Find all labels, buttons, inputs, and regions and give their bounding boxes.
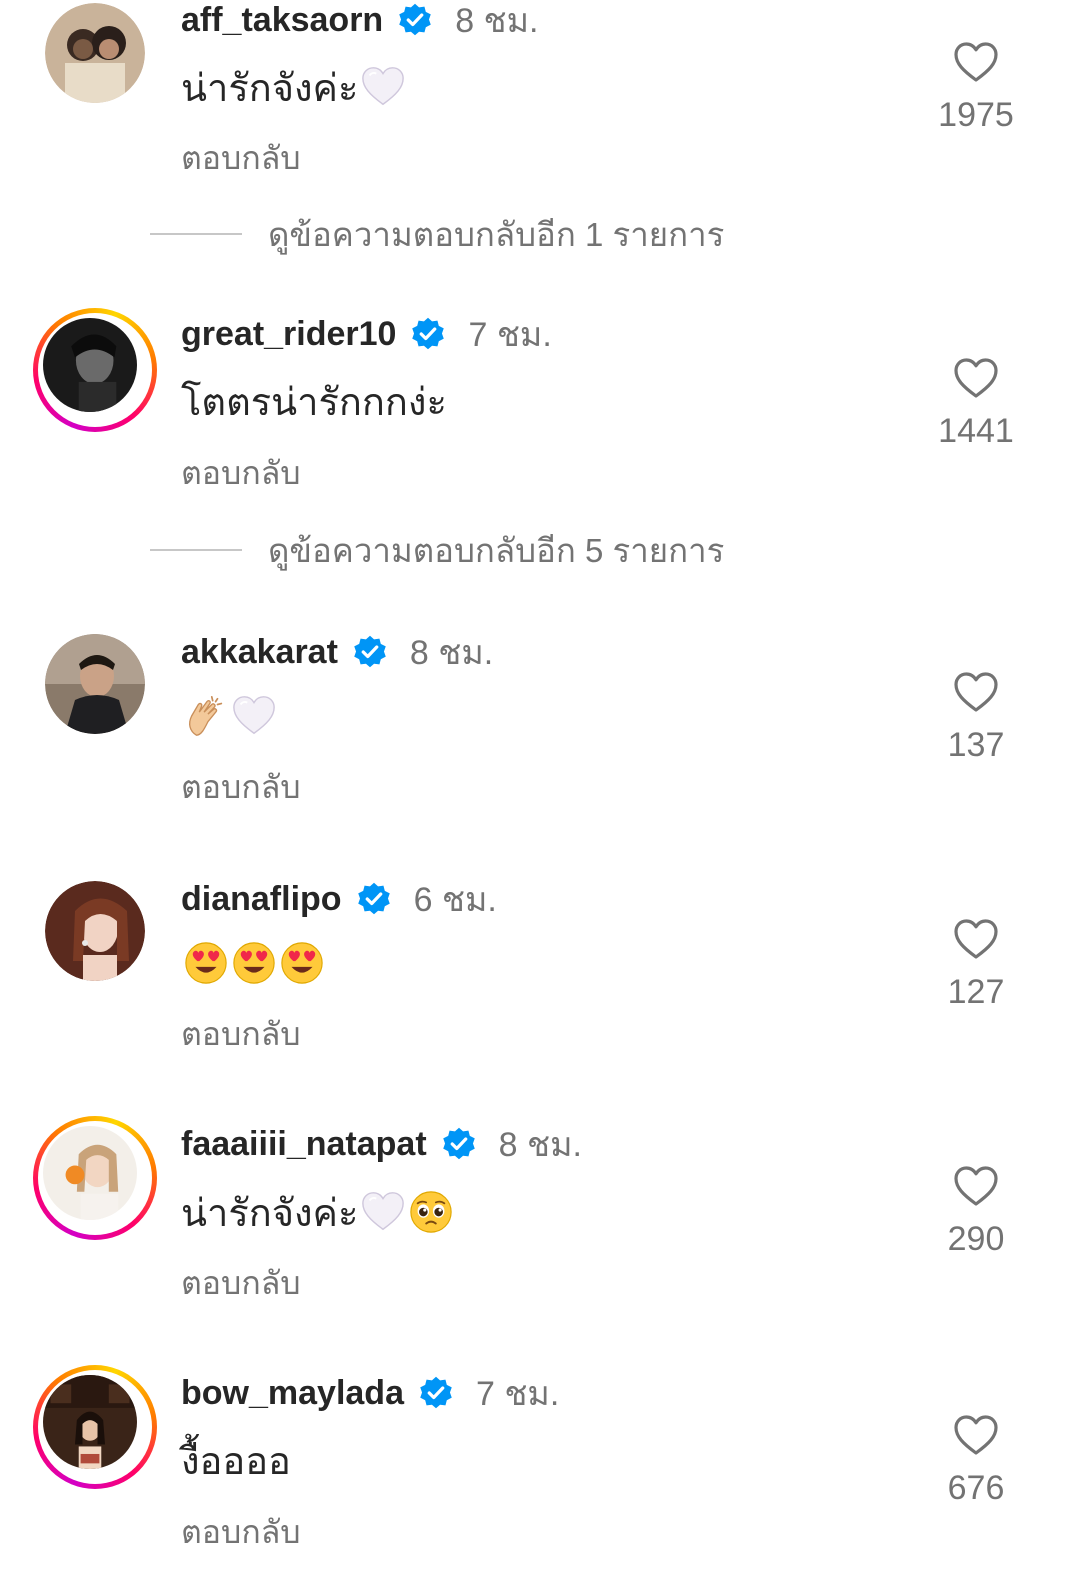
verified-badge-icon [399,3,431,36]
like-count: 127 [947,973,1005,1011]
heart-icon[interactable] [952,40,1000,84]
comment-text-content: โตตรน่ารักกกง่ะ [181,381,447,424]
username[interactable]: great_rider10 [181,315,396,354]
like-count: 290 [947,1220,1005,1258]
pleading-face-icon [410,1191,453,1233]
divider-line [150,233,242,235]
comment-text [181,937,325,989]
comment-text-content: งื้ออออ [181,1440,291,1483]
reply-button[interactable]: ตอบกลับ [181,1258,301,1309]
white-heart-icon [362,1192,405,1231]
comment-header: akkakarat 8 ชม. [181,632,493,673]
heart-eyes-icon [233,942,275,984]
heart-eyes-icon [185,942,227,984]
avatar[interactable] [45,634,145,734]
view-replies-button[interactable]: ดูข้อความตอบกลับอีก 1 รายการ [150,214,724,254]
like-count: 1441 [938,412,1014,450]
comment-time: 7 ชม. [475,1375,560,1413]
heart-icon[interactable] [952,1164,1000,1208]
view-replies-label[interactable]: ดูข้อความตอบกลับอีก 5 รายการ [268,524,724,577]
avatar-image [43,1375,137,1469]
comment-time: 7 ชม. [468,316,552,354]
comment-header: bow_maylada 7 ชม. [181,1373,559,1414]
like-block: 1441 [921,356,1031,451]
like-count: 1975 [938,96,1014,134]
avatar-image [45,3,145,103]
username[interactable]: aff_taksaorn [181,1,383,40]
like-block: 1975 [921,40,1031,135]
comment-header: dianaflipo 6 ชม. [181,879,497,920]
like-block: 290 [921,1164,1031,1259]
comment-text: โตตรน่ารักกกง่ะ [181,376,447,426]
clapping-hands-icon [189,695,223,736]
like-count: 137 [947,726,1005,764]
comment-time: 8 ชม. [409,634,494,672]
comment-text: น่ารักจังค่ะ [181,62,406,112]
avatar-image [45,634,145,734]
avatar[interactable] [33,1365,157,1489]
comment-text-content: น่ารักจังค่ะ [181,67,359,110]
reply-button[interactable]: ตอบกลับ [181,762,301,813]
comment-text [181,690,277,742]
comment-header: aff_taksaorn 8 ชม. [181,0,539,41]
view-replies-button[interactable]: ดูข้อความตอบกลับอีก 5 รายการ [150,530,724,570]
comment-text-content: น่ารักจังค่ะ [181,1192,359,1235]
username[interactable]: akkakarat [181,633,338,672]
comment-header: great_rider10 7 ชม. [181,314,552,355]
white-heart-icon [233,696,275,735]
username[interactable]: dianaflipo [181,880,342,919]
like-block: 676 [921,1413,1031,1508]
view-replies-label[interactable]: ดูข้อความตอบกลับอีก 1 รายการ [268,208,724,261]
avatar-image [45,881,145,981]
comment-header: faaaiiii_natapat 8 ชม. [181,1124,582,1165]
heart-icon[interactable] [952,917,1000,961]
like-block: 127 [921,917,1031,1012]
comment-text: น่ารักจังค่ะ [181,1186,454,1238]
divider-line [150,549,242,551]
white-heart-icon [362,67,405,106]
username[interactable]: bow_maylada [181,1374,404,1413]
heart-eyes-icon [281,942,323,984]
comment-text: งื้ออออ [181,1435,291,1485]
comment-time: 8 ชม. [455,2,539,40]
avatar[interactable] [33,1116,157,1240]
verified-badge-icon [412,317,445,350]
comment-time: 6 ชม. [413,881,497,919]
like-block: 137 [921,670,1031,765]
avatar-image [43,318,137,412]
reply-button[interactable]: ตอบกลับ [181,448,301,499]
heart-icon[interactable] [952,356,1000,400]
reply-button[interactable]: ตอบกลับ [181,1507,301,1558]
comment-time: 8 ชม. [498,1126,582,1164]
avatar[interactable] [45,3,145,103]
avatar-image [43,1126,137,1220]
reply-button[interactable]: ตอบกลับ [181,133,301,184]
verified-badge-icon [442,1127,475,1160]
heart-icon[interactable] [952,1413,1000,1457]
like-count: 676 [947,1469,1005,1507]
username[interactable]: faaaiiii_natapat [181,1125,427,1164]
avatar[interactable] [33,308,157,432]
reply-button[interactable]: ตอบกลับ [181,1009,301,1060]
verified-badge-icon [357,882,390,915]
verified-badge-icon [420,1376,452,1409]
heart-icon[interactable] [952,670,1000,714]
avatar[interactable] [45,881,145,981]
verified-badge-icon [354,635,386,668]
